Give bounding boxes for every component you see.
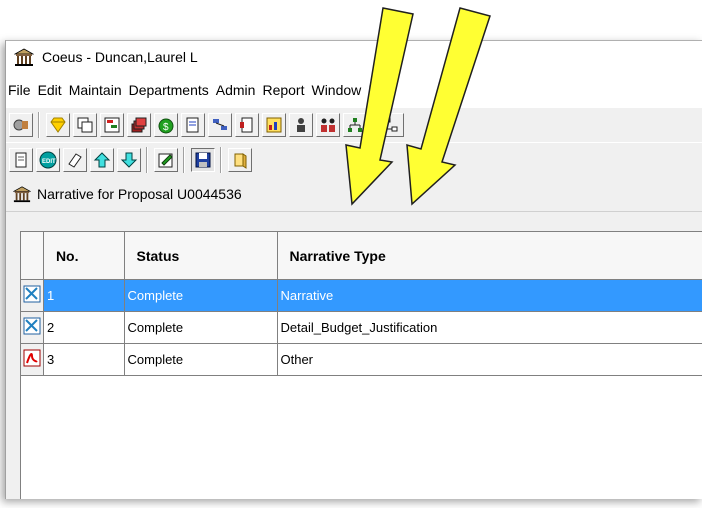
annotation-arrows [345,7,491,206]
yellow-arrow-save [345,7,414,206]
yellow-arrow-folder [406,7,491,206]
